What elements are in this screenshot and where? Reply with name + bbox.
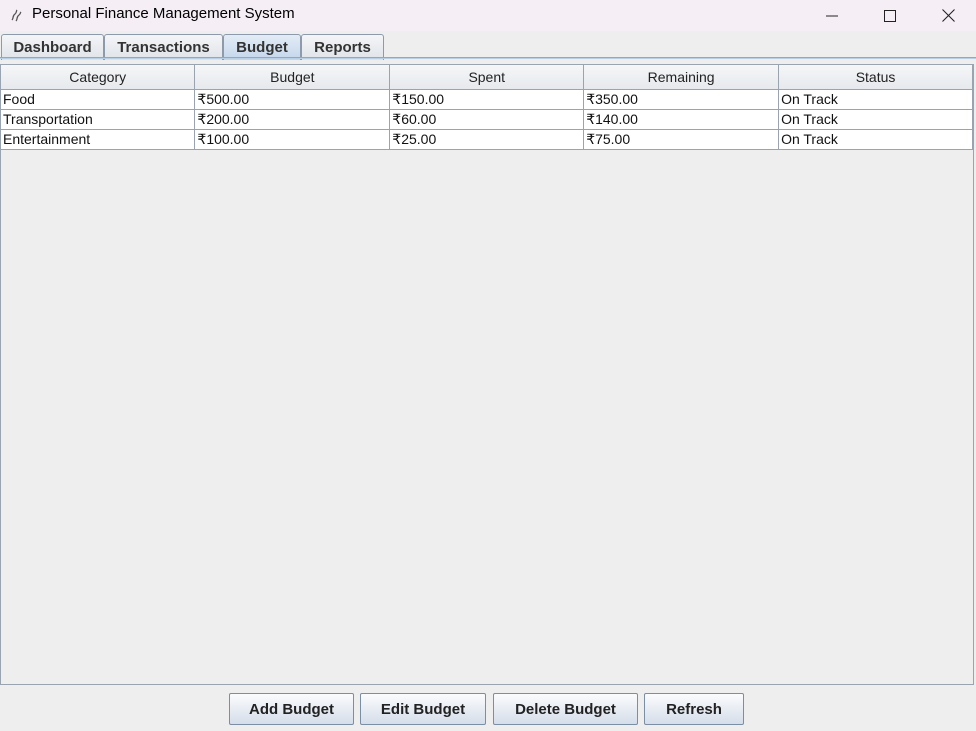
table-row[interactable]: Entertainment ₹100.00 ₹25.00 ₹75.00 On T… — [1, 129, 973, 150]
cell-budget[interactable]: ₹100.00 — [194, 129, 391, 150]
refresh-button[interactable]: Refresh — [644, 693, 744, 725]
cell-budget[interactable]: ₹200.00 — [194, 109, 391, 130]
cell-category[interactable]: Transportation — [1, 109, 196, 130]
minimize-icon — [826, 15, 838, 16]
table-row[interactable]: Food ₹500.00 ₹150.00 ₹350.00 On Track — [1, 89, 973, 110]
title-bar: Personal Finance Management System — [0, 0, 976, 31]
budget-table-panel: Category Budget Spent Remaining Status F… — [0, 64, 974, 685]
tab-divider — [0, 57, 976, 59]
column-header-category[interactable]: Category — [1, 65, 196, 90]
tab-bar: Dashboard Transactions Budget Reports — [0, 31, 976, 60]
column-header-budget[interactable]: Budget — [194, 65, 391, 90]
cell-remaining[interactable]: ₹140.00 — [583, 109, 780, 130]
cell-remaining[interactable]: ₹350.00 — [583, 89, 780, 110]
cell-status[interactable]: On Track — [778, 89, 973, 110]
close-button[interactable] — [919, 0, 976, 31]
table-header-row: Category Budget Spent Remaining Status — [1, 65, 973, 90]
table-row[interactable]: Transportation ₹200.00 ₹60.00 ₹140.00 On… — [1, 109, 973, 130]
window-title: Personal Finance Management System — [32, 5, 295, 22]
maximize-button[interactable] — [861, 0, 919, 31]
budget-table: Category Budget Spent Remaining Status F… — [1, 65, 973, 150]
cell-remaining[interactable]: ₹75.00 — [583, 129, 780, 150]
maximize-icon — [884, 9, 896, 22]
cell-spent[interactable]: ₹60.00 — [389, 109, 585, 130]
cell-category[interactable]: Food — [1, 89, 196, 110]
column-header-spent[interactable]: Spent — [389, 65, 585, 90]
cell-spent[interactable]: ₹25.00 — [389, 129, 585, 150]
app-window: Personal Finance Management System Dashb… — [0, 0, 976, 731]
cell-spent[interactable]: ₹150.00 — [389, 89, 585, 110]
close-icon — [941, 9, 955, 22]
column-header-remaining[interactable]: Remaining — [583, 65, 780, 90]
minimize-button[interactable] — [803, 0, 861, 31]
cell-budget[interactable]: ₹500.00 — [194, 89, 391, 110]
cell-status[interactable]: On Track — [778, 129, 973, 150]
delete-budget-button[interactable]: Delete Budget — [493, 693, 638, 725]
add-budget-button[interactable]: Add Budget — [229, 693, 354, 725]
java-app-icon — [9, 8, 23, 22]
edit-budget-button[interactable]: Edit Budget — [360, 693, 486, 725]
cell-status[interactable]: On Track — [778, 109, 973, 130]
column-header-status[interactable]: Status — [778, 65, 973, 90]
cell-category[interactable]: Entertainment — [1, 129, 196, 150]
